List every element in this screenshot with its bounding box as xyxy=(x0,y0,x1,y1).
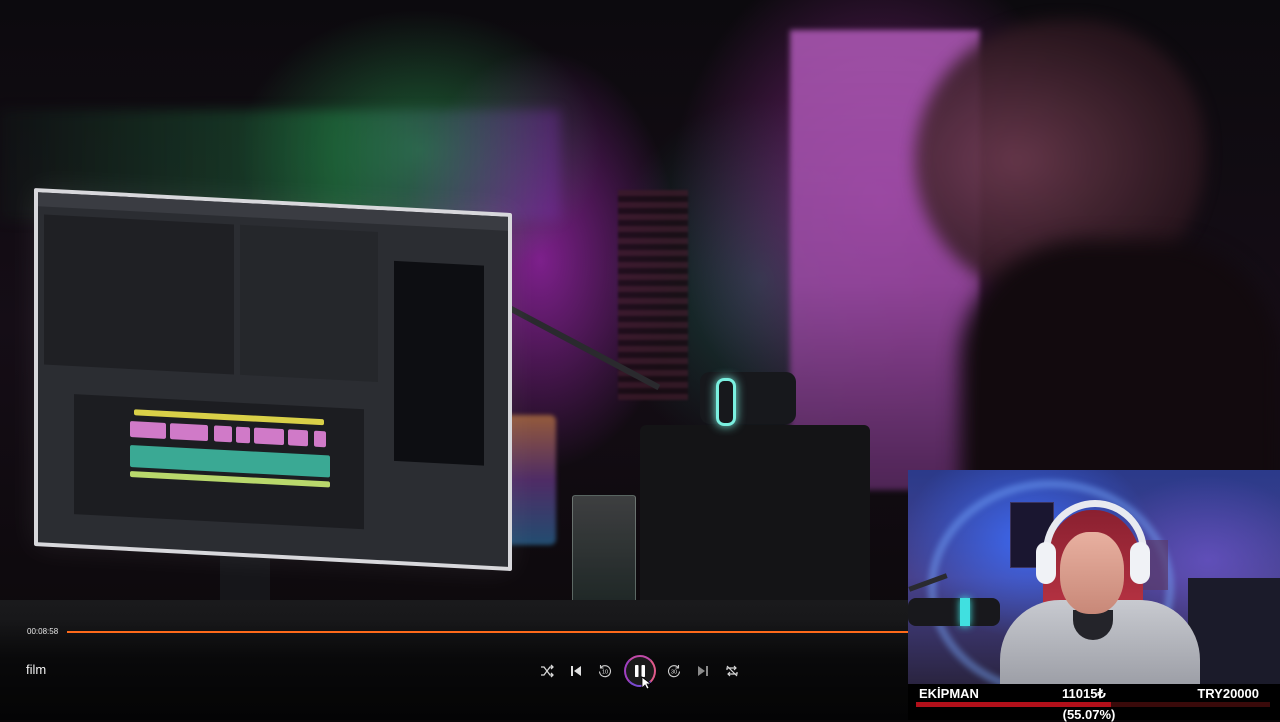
forward-30-button[interactable]: 30 xyxy=(665,662,683,680)
seek-bar[interactable] xyxy=(67,631,908,633)
media-title: film xyxy=(26,662,47,677)
shuffle-button[interactable] xyxy=(538,662,556,680)
goal-current-amount: 11015₺ xyxy=(1062,686,1106,701)
donation-goal-widget: EKİPMAN 11015₺ TRY20000 (55.07%) xyxy=(908,684,1280,722)
rewind-10-icon: 10 xyxy=(598,665,612,678)
rewind-10-button[interactable]: 10 xyxy=(596,662,614,680)
editing-monitor xyxy=(34,188,512,572)
webcam-background-shelf xyxy=(1188,578,1280,684)
next-button[interactable] xyxy=(694,662,712,680)
elapsed-time: 00:08:58 xyxy=(27,627,59,636)
repeat-off-icon xyxy=(726,665,738,677)
mouse-cursor-icon xyxy=(641,676,651,690)
shuffle-icon xyxy=(541,664,554,678)
drinking-glass xyxy=(572,495,636,617)
monitor-source-panel xyxy=(240,224,378,383)
svg-text:30: 30 xyxy=(671,670,677,676)
skip-next-icon xyxy=(698,666,708,676)
goal-target-amount: TRY20000 xyxy=(1197,686,1259,701)
headphones-left-cup xyxy=(1036,542,1056,584)
monitor-project-panel xyxy=(44,214,234,375)
speaker xyxy=(640,425,870,625)
player-control-bar xyxy=(0,618,908,720)
headphones-right-cup xyxy=(1130,542,1150,584)
microphone xyxy=(700,372,796,424)
svg-text:10: 10 xyxy=(602,670,608,676)
skip-previous-icon xyxy=(571,666,581,676)
goal-label: EKİPMAN xyxy=(919,686,979,701)
repeat-button[interactable] xyxy=(723,662,741,680)
monitor-preview-panel xyxy=(394,260,484,466)
pause-button[interactable] xyxy=(624,655,656,687)
previous-button[interactable] xyxy=(567,662,585,680)
seek-bar-fill xyxy=(67,631,908,633)
webcam-microphone xyxy=(908,598,1000,626)
webcam-overlay xyxy=(908,470,1280,684)
microphone-led-ring xyxy=(716,378,736,426)
webcam-microphone-led xyxy=(960,598,970,626)
monitor-timeline xyxy=(74,394,364,530)
forward-30-icon: 30 xyxy=(667,665,681,678)
